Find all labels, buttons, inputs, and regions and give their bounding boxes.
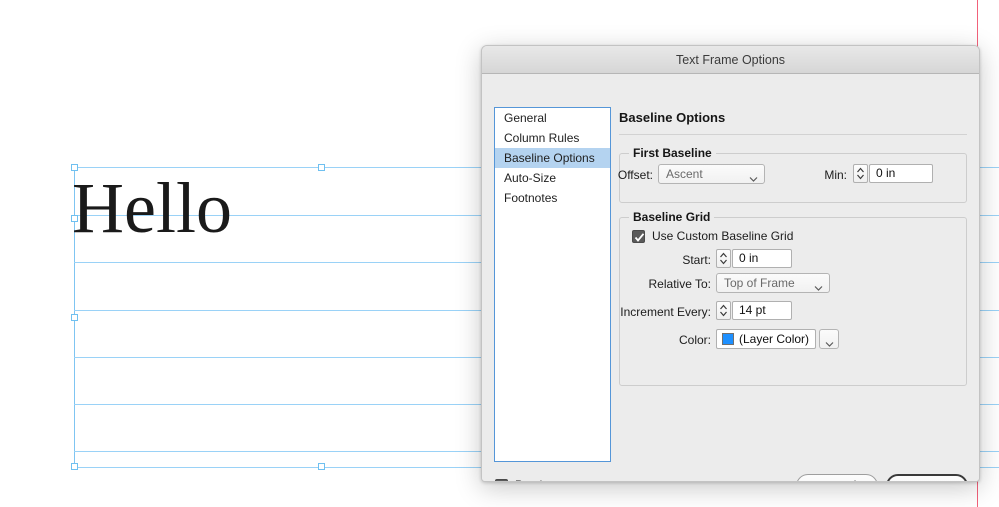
dialog-body: General Column Rules Baseline Options Au… xyxy=(482,74,979,481)
sidebar-item-footnotes[interactable]: Footnotes xyxy=(495,188,610,208)
start-input[interactable]: 0 in xyxy=(732,249,792,268)
document-text[interactable]: Hello xyxy=(72,172,232,244)
baseline-grid-legend: Baseline Grid xyxy=(629,210,714,224)
min-input[interactable]: 0 in xyxy=(869,164,933,183)
color-label: Color: xyxy=(659,333,711,347)
first-baseline-legend: First Baseline xyxy=(629,146,716,160)
chevron-down-icon xyxy=(814,279,823,293)
selection-handle-bottom-left[interactable] xyxy=(71,463,78,470)
dialog-titlebar[interactable]: Text Frame Options xyxy=(482,46,979,74)
preview-checkbox[interactable] xyxy=(495,479,508,483)
use-custom-baseline-grid-label: Use Custom Baseline Grid xyxy=(652,229,793,243)
increment-stepper[interactable] xyxy=(716,301,731,320)
selection-handle-middle-left[interactable] xyxy=(71,215,78,222)
relative-to-select-value: Top of Frame xyxy=(724,276,795,290)
dialog-content-pane: Baseline Options First Baseline Offset: … xyxy=(619,74,979,481)
text-frame-options-dialog: Text Frame Options General Column Rules … xyxy=(481,45,980,482)
chevron-down-icon xyxy=(825,335,834,353)
sidebar-item-auto-size[interactable]: Auto-Size xyxy=(495,168,610,188)
color-swatch-icon xyxy=(722,333,734,345)
min-stepper[interactable] xyxy=(853,164,868,183)
application-window: Hello Text Frame Options General Column … xyxy=(0,0,999,507)
pane-title: Baseline Options xyxy=(619,110,725,125)
start-stepper[interactable] xyxy=(716,249,731,268)
offset-label: Offset: xyxy=(613,168,653,182)
cancel-button[interactable]: Cancel xyxy=(796,474,878,482)
selection-handle-top-center[interactable] xyxy=(318,164,325,171)
increment-input[interactable]: 14 pt xyxy=(732,301,792,320)
selection-handle-top-left[interactable] xyxy=(71,164,78,171)
increment-every-label: Increment Every: xyxy=(612,305,711,319)
selection-handle-middle-left-lower[interactable] xyxy=(71,314,78,321)
preview-row[interactable]: Preview xyxy=(495,478,558,482)
sidebar-item-column-rules[interactable]: Column Rules xyxy=(495,128,610,148)
offset-select-value: Ascent xyxy=(666,167,703,181)
relative-to-select[interactable]: Top of Frame xyxy=(716,273,830,293)
min-label: Min: xyxy=(819,168,847,182)
relative-to-label: Relative To: xyxy=(624,277,711,291)
sidebar-item-baseline-options[interactable]: Baseline Options xyxy=(495,148,610,168)
baseline-color-dropdown-button[interactable] xyxy=(819,329,839,349)
selection-handle-bottom-center[interactable] xyxy=(318,463,325,470)
dialog-sidebar-list[interactable]: General Column Rules Baseline Options Au… xyxy=(494,107,611,462)
ok-button[interactable]: OK xyxy=(886,474,968,482)
sidebar-item-general[interactable]: General xyxy=(495,108,610,128)
start-label: Start: xyxy=(659,253,711,267)
baseline-color-field[interactable]: (Layer Color) xyxy=(716,329,816,349)
use-custom-baseline-grid-checkbox[interactable] xyxy=(632,230,645,243)
pane-divider xyxy=(619,134,967,135)
preview-label: Preview xyxy=(515,478,558,482)
offset-select[interactable]: Ascent xyxy=(658,164,765,184)
dialog-title: Text Frame Options xyxy=(676,53,785,67)
baseline-color-value: (Layer Color) xyxy=(739,332,809,346)
use-custom-baseline-grid-row[interactable]: Use Custom Baseline Grid xyxy=(632,229,793,243)
chevron-down-icon xyxy=(749,170,758,184)
